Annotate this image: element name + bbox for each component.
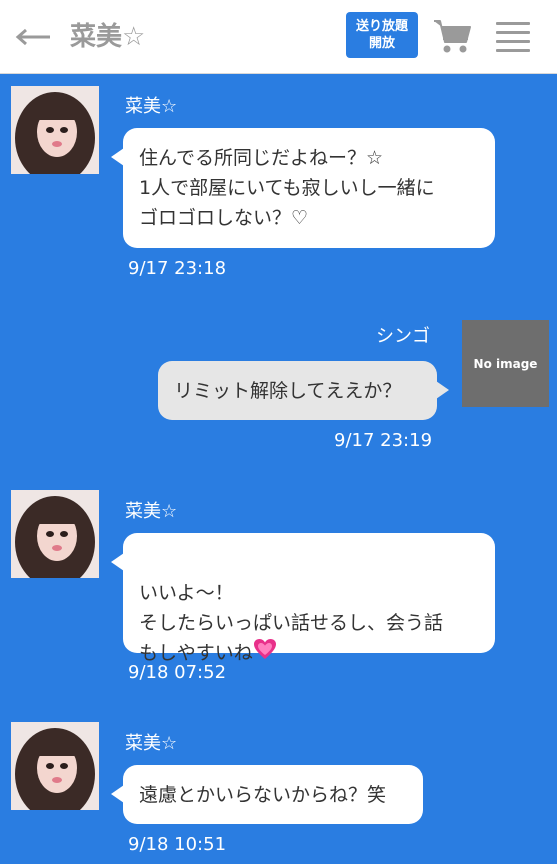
message-text: いいよ〜！ そしたらいっぱい話せるし、会う話 もしやすいね <box>139 582 444 664</box>
open-button-label-line1: 送り放題 <box>355 19 408 34</box>
unlimited-send-button[interactable]: 送り放題 開放 <box>346 12 418 58</box>
message-bubble[interactable]: リミット解除してええか？ <box>158 361 449 420</box>
message-bubble[interactable]: 住んでる所同じだよねー？☆ 1人で部屋にいても寂しいし一緒に ゴロゴロしない？♡ <box>111 128 495 248</box>
sender-name: 菜美☆ <box>125 501 178 522</box>
sender-name: 菜美☆ <box>125 96 178 117</box>
message-bubble[interactable]: いいよ〜！ そしたらいっぱい話せるし、会う話 もしやすいね <box>111 533 495 664</box>
sender-avatar[interactable] <box>11 722 99 810</box>
cart-icon[interactable] <box>432 16 472 56</box>
menu-line <box>496 49 530 52</box>
menu-line <box>496 22 530 25</box>
no-image-avatar[interactable]: No image <box>462 320 549 407</box>
back-arrow-icon[interactable] <box>14 22 52 52</box>
menu-line <box>496 40 530 43</box>
sender-name: 菜美☆ <box>125 733 178 754</box>
message-timestamp: 9/17 23:18 <box>128 258 227 279</box>
message-bubble[interactable]: 遠慮とかいらないからね？笑 <box>111 765 423 824</box>
top-bar: 菜美☆ 送り放題 開放 <box>0 0 557 74</box>
sender-name: シンゴ <box>376 326 430 347</box>
open-button-label-line2: 開放 <box>368 36 395 51</box>
hamburger-menu-icon[interactable] <box>496 22 530 52</box>
message-timestamp: 9/18 07:52 <box>128 662 227 683</box>
sender-avatar[interactable] <box>11 86 99 174</box>
message-timestamp: 9/18 10:51 <box>128 834 227 855</box>
message-timestamp: 9/17 23:19 <box>334 430 433 451</box>
no-image-label: No image <box>473 356 538 371</box>
page-title: 菜美☆ <box>70 22 146 52</box>
sparkling-heart-icon <box>253 638 277 669</box>
sender-avatar[interactable] <box>11 490 99 578</box>
menu-line <box>496 31 530 34</box>
